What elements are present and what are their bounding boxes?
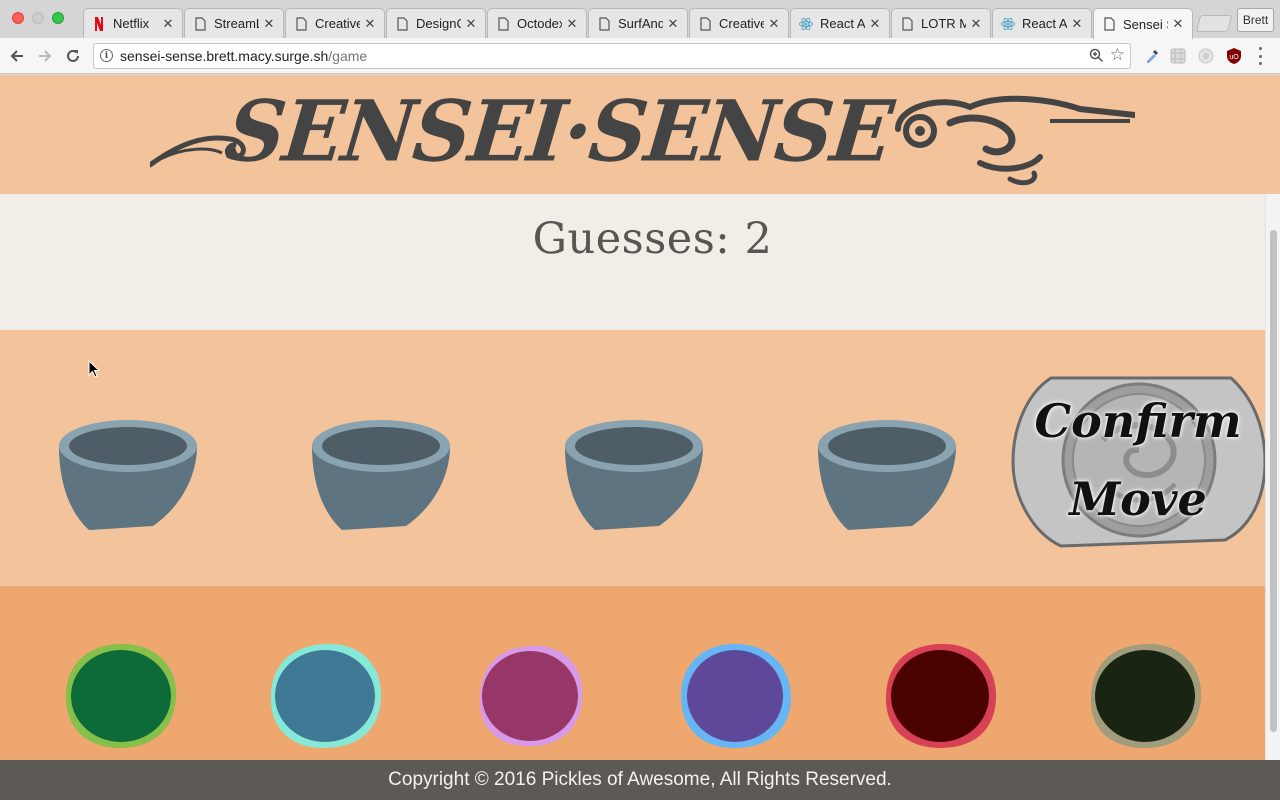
- page-icon: [597, 16, 611, 31]
- page-icon: [1102, 17, 1116, 31]
- profile-button[interactable]: Brett: [1237, 8, 1274, 32]
- tab-creative-1[interactable]: Creative ✕: [285, 8, 385, 38]
- tab-octodex[interactable]: Octodex ✕: [487, 8, 587, 38]
- cup-slot-3[interactable]: [563, 418, 705, 536]
- tab-designc[interactable]: DesignC ✕: [386, 8, 486, 38]
- window-minimize-button[interactable]: [32, 12, 44, 24]
- tab-react-1[interactable]: React Ap ✕: [790, 8, 890, 38]
- netflix-icon: [92, 16, 106, 31]
- magenta-orb[interactable]: [472, 640, 590, 752]
- tab-streaml[interactable]: StreamL ✕: [184, 8, 284, 38]
- tab-netflix[interactable]: Netflix ✕: [83, 8, 183, 38]
- tab-close-icon[interactable]: ✕: [970, 16, 982, 32]
- bowl-icon: [312, 420, 450, 530]
- confirm-move-label: Confirm Move: [1034, 394, 1242, 526]
- guesses-count: 2: [744, 214, 773, 264]
- tab-close-icon[interactable]: ✕: [465, 16, 477, 32]
- mouse-cursor-icon: [88, 360, 100, 378]
- browser-menu-icon[interactable]: [1257, 47, 1263, 65]
- dropper-extension-icon[interactable]: [1143, 47, 1161, 65]
- tab-sensei-sense[interactable]: Sensei S ✕: [1093, 8, 1193, 39]
- logo-text: SENSEI·SENSE: [222, 81, 896, 181]
- black-orb[interactable]: [1087, 640, 1205, 752]
- window-close-button[interactable]: [12, 12, 24, 24]
- site-footer: Copyright © 2016 Pickles of Awesome, All…: [0, 760, 1280, 800]
- bowl-icon: [818, 420, 956, 530]
- tab-title: React Ap: [1022, 16, 1067, 31]
- guesses-counter: Guesses: 2: [0, 214, 1280, 264]
- purple-orb[interactable]: [677, 640, 795, 752]
- zoom-icon[interactable]: [1089, 48, 1104, 66]
- page-icon: [698, 16, 712, 31]
- address-bar[interactable]: i sensei-sense.brett.macy.surge.sh/game …: [93, 43, 1131, 69]
- tab-strip: Netflix ✕ StreamL ✕ Creative ✕ DesignC ✕…: [0, 0, 1280, 39]
- tab-close-icon[interactable]: ✕: [768, 16, 780, 32]
- guesses-label: Guesses:: [532, 214, 731, 264]
- page-icon: [496, 16, 510, 31]
- tab-title: React Ap: [820, 16, 865, 31]
- page-icon: [900, 16, 914, 31]
- cup-slot-2[interactable]: [310, 418, 452, 536]
- tab-title: Creative: [719, 16, 764, 31]
- tab-react-2[interactable]: React Ap ✕: [992, 8, 1092, 38]
- page-viewport: SENSEI·SENSE Guesses: 2 Confirm Move Cop…: [0, 75, 1280, 800]
- page-icon: [294, 16, 308, 31]
- tab-close-icon[interactable]: ✕: [869, 16, 881, 32]
- svg-text:uO: uO: [1229, 54, 1239, 61]
- bowl-icon: [59, 420, 197, 530]
- guesses-panel: Guesses: 2: [0, 194, 1265, 330]
- window-maximize-button[interactable]: [52, 12, 64, 24]
- maroon-orb[interactable]: [882, 640, 1000, 752]
- bookmark-star-icon[interactable]: ☆: [1110, 45, 1125, 65]
- site-header: SENSEI·SENSE: [0, 75, 1280, 194]
- tab-title: Octodex: [517, 16, 562, 31]
- tab-title: Creative: [315, 16, 360, 31]
- tab-close-icon[interactable]: ✕: [1172, 16, 1184, 32]
- new-tab-button[interactable]: [1195, 15, 1233, 32]
- scrollbar-thumb[interactable]: [1270, 230, 1277, 732]
- page-scrollbar[interactable]: [1265, 194, 1280, 760]
- tab-title: SurfAnd: [618, 16, 663, 31]
- react-icon: [1001, 17, 1015, 31]
- react-icon: [799, 17, 813, 31]
- bowl-icon: [565, 420, 703, 530]
- forward-icon[interactable]: [34, 45, 56, 67]
- green-orb[interactable]: [62, 640, 180, 752]
- sensei-sense-logo: SENSEI·SENSE: [150, 81, 1135, 188]
- ublock-icon[interactable]: uO: [1225, 47, 1243, 65]
- browser-toolbar: i sensei-sense.brett.macy.surge.sh/game …: [0, 38, 1280, 74]
- site-info-icon[interactable]: i: [100, 49, 113, 62]
- grid-extension-icon[interactable]: [1169, 47, 1187, 65]
- cup-slot-4[interactable]: [816, 418, 958, 536]
- teal-orb[interactable]: [267, 640, 385, 752]
- tab-close-icon[interactable]: ✕: [1071, 16, 1083, 32]
- cups-row: Confirm Move: [0, 330, 1265, 586]
- tab-title: Sensei S: [1123, 16, 1168, 32]
- tab-title: StreamL: [214, 16, 259, 31]
- tab-surfand[interactable]: SurfAnd ✕: [588, 8, 688, 38]
- address-url: sensei-sense.brett.macy.surge.sh/game: [120, 48, 368, 64]
- tab-lotr[interactable]: LOTR M ✕: [891, 8, 991, 38]
- color-orbs-row: [0, 586, 1265, 760]
- tab-creative-2[interactable]: Creative ✕: [689, 8, 789, 38]
- tab-title: DesignC: [416, 16, 461, 31]
- tab-close-icon[interactable]: ✕: [566, 16, 578, 32]
- tab-title: Netflix: [113, 16, 150, 31]
- cup-slot-1[interactable]: [57, 418, 199, 536]
- confirm-move-button[interactable]: Confirm Move: [1011, 370, 1265, 548]
- tab-close-icon[interactable]: ✕: [667, 16, 679, 32]
- circle-extension-icon[interactable]: [1197, 47, 1215, 65]
- back-icon[interactable]: [6, 45, 28, 67]
- tab-close-icon[interactable]: ✕: [162, 16, 174, 32]
- page-icon: [193, 16, 207, 31]
- tab-title: LOTR M: [921, 16, 966, 31]
- reload-icon[interactable]: [62, 45, 84, 67]
- page-icon: [395, 16, 409, 31]
- tab-close-icon[interactable]: ✕: [364, 16, 376, 32]
- tab-close-icon[interactable]: ✕: [263, 16, 275, 32]
